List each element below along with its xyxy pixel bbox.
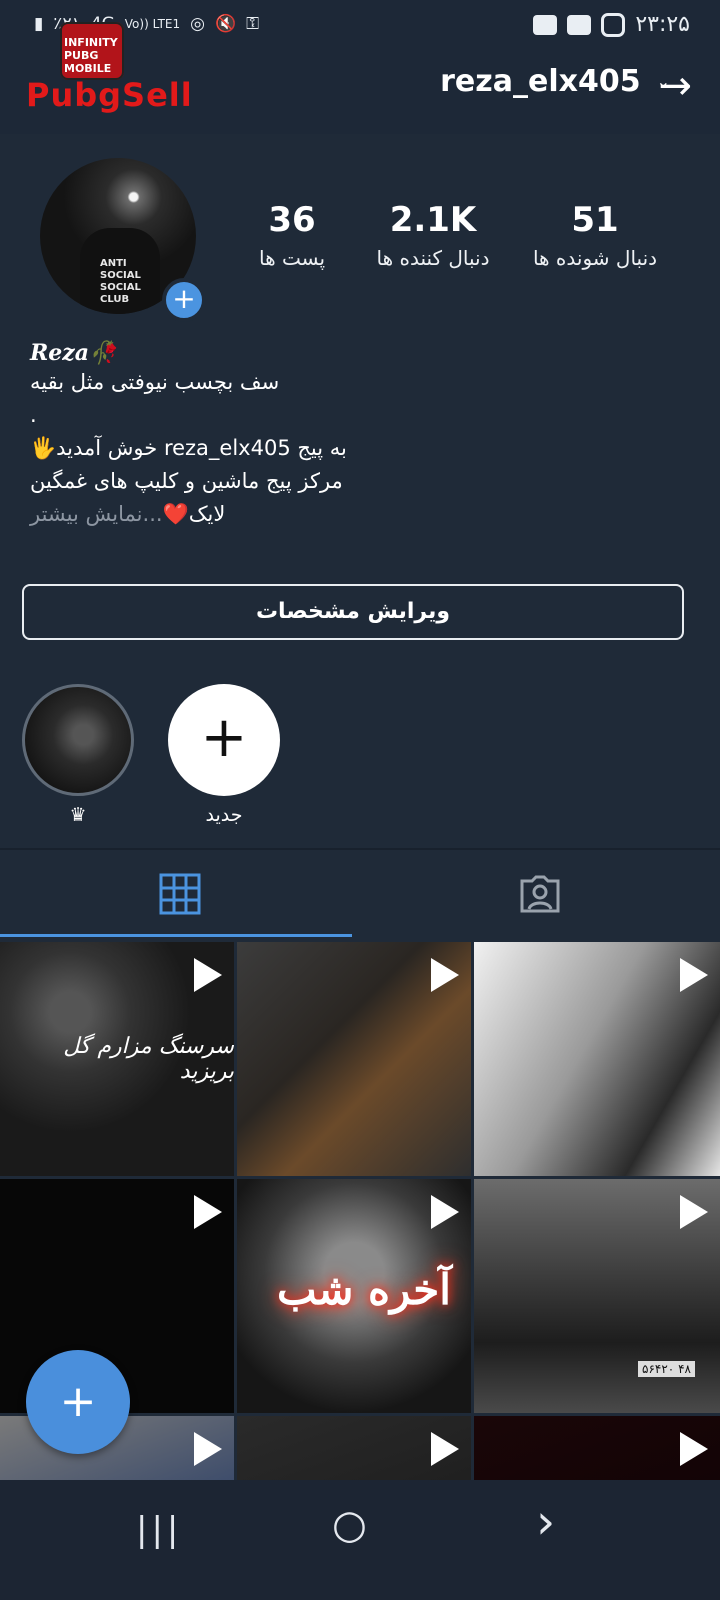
edit-profile-button[interactable]: ویرایش مشخصات <box>22 584 684 640</box>
bio-line-1: سف بچسب نیوفتی مثل بقیه <box>30 370 280 394</box>
post-overlay-text: سرسنگ مزارم گل بریزید <box>63 1034 234 1084</box>
highlight-story[interactable]: ♛ <box>22 684 134 826</box>
following-label: دنبال شونده ها <box>532 246 658 270</box>
profile-bio: Reza🥀 سف بچسب نیوفتی مثل بقیه . به پیج r… <box>30 340 670 531</box>
play-icon <box>194 1432 222 1466</box>
add-highlight-plus-icon[interactable]: + <box>168 684 280 796</box>
app-header: ▮ ٪۲۱ 4G Vo)) LTE1 ◎ 🔇 ⚿ ۲۳:۲۵ INFINITY … <box>0 0 720 134</box>
play-icon <box>194 958 222 992</box>
post-thumbnail[interactable] <box>237 942 471 1176</box>
account-switcher[interactable]: reza_elx405 ⌄ <box>440 64 670 99</box>
stat-posts[interactable]: 36 پست ها <box>256 200 328 270</box>
instagram-icon <box>601 12 626 37</box>
system-nav-bar: ||| ○ › <box>0 1480 720 1600</box>
post-overlay-text: آخره شب <box>277 1265 451 1314</box>
display-name: Reza🥀 <box>30 340 117 366</box>
stat-following[interactable]: 51 دنبال شونده ها <box>532 200 658 270</box>
followers-label: دنبال کننده ها <box>376 246 490 270</box>
highlight-label: ♛ <box>69 804 87 826</box>
profile-tabs <box>0 850 720 938</box>
app-logo: INFINITY PUBG MOBILE PubgSell <box>24 22 192 116</box>
play-icon <box>680 1195 708 1229</box>
bio-line-5: لایک❤️...نمایش بیشتر <box>30 498 670 531</box>
play-icon <box>431 1432 459 1466</box>
home-icon[interactable]: ○ <box>332 1502 367 1548</box>
post-thumbnail[interactable]: سرسنگ مزارم گل بریزید <box>0 942 234 1176</box>
highlight-new-label: جدید <box>205 804 243 826</box>
logo-text: PubgSell <box>26 76 193 114</box>
followers-count: 2.1K <box>389 200 477 240</box>
add-story-plus-icon[interactable]: + <box>162 278 206 322</box>
bio-line-5-text: لایک❤️ <box>162 502 226 526</box>
tab-posts-grid[interactable] <box>0 850 360 938</box>
post-thumbnail[interactable] <box>237 1416 471 1482</box>
bio-line-2: . <box>30 403 37 427</box>
create-post-button[interactable]: + <box>26 1350 130 1454</box>
play-icon <box>431 1195 459 1229</box>
play-icon <box>194 1195 222 1229</box>
mute-icon: 🔇 <box>215 14 237 34</box>
key-icon: ⚿ <box>246 14 260 34</box>
gallery-icon <box>567 14 592 35</box>
avatar-image: ANTI SOCIAL SOCIAL CLUB <box>80 228 160 314</box>
recents-icon[interactable]: ||| <box>136 1510 182 1550</box>
highlight-thumbnail[interactable] <box>22 684 134 796</box>
grid-icon[interactable] <box>159 873 201 915</box>
arrow-right-icon[interactable]: → <box>658 66 692 106</box>
play-icon <box>680 1432 708 1466</box>
play-icon <box>431 958 459 992</box>
show-more-link[interactable]: ...نمایش بیشتر <box>30 502 163 526</box>
play-icon <box>680 958 708 992</box>
back-icon[interactable]: › <box>536 1494 555 1550</box>
clock: ۲۳:۲۵ <box>635 12 690 37</box>
stat-followers[interactable]: 2.1K دنبال کننده ها <box>372 200 494 270</box>
username[interactable]: reza_elx405 <box>440 64 640 99</box>
logo-badge: INFINITY PUBG MOBILE <box>60 22 124 80</box>
bio-line-3: به پیج reza_elx405 خوش آمدید🖐 <box>30 436 347 460</box>
bio-line-4: مرکز پیج ماشین و کلیپ های غمگین <box>30 469 343 493</box>
tab-tagged[interactable] <box>360 850 720 938</box>
post-thumbnail[interactable]: آخره شب <box>237 1179 471 1413</box>
highlight-new[interactable]: + جدید <box>168 684 280 826</box>
license-plate-text: ۴۸ ۵۶۴۲۰ <box>638 1361 695 1377</box>
following-count: 51 <box>571 200 619 240</box>
status-right: ۲۳:۲۵ <box>533 12 690 37</box>
tagged-person-icon[interactable] <box>518 873 562 915</box>
active-tab-indicator <box>0 934 352 937</box>
posts-count: 36 <box>268 200 316 240</box>
youtube-icon <box>533 14 558 35</box>
post-thumbnail[interactable] <box>474 942 720 1176</box>
post-thumbnail[interactable] <box>474 1416 720 1482</box>
posts-label: پست ها <box>258 246 326 270</box>
hotspot-icon: ◎ <box>190 14 205 34</box>
post-thumbnail[interactable]: ۴۸ ۵۶۴۲۰ <box>474 1179 720 1413</box>
